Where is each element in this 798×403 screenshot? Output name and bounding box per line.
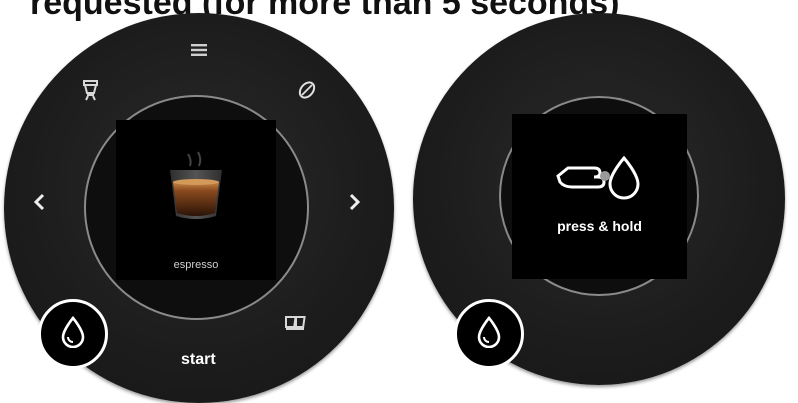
page-heading: requested (for more than 5 seconds) [30, 0, 620, 22]
display-ring: espresso [84, 95, 309, 320]
display-ring: press & hold [499, 96, 699, 296]
drink-label: espresso [173, 259, 219, 271]
coffee-dial-press-hold: press & hold [413, 13, 785, 385]
press-hold-label: press & hold [557, 218, 642, 234]
chevron-right-icon[interactable] [344, 187, 366, 217]
two-cups-icon[interactable] [281, 311, 311, 335]
coffee-dial-main: espresso start [4, 13, 394, 403]
finger-press-drop-icon [554, 154, 644, 204]
start-button[interactable]: start [181, 351, 216, 369]
water-drop-icon [476, 315, 502, 353]
chevron-left-icon[interactable] [28, 187, 50, 217]
espresso-cup-image [164, 150, 228, 230]
water-drop-button[interactable] [38, 299, 108, 369]
water-drop-button[interactable] [454, 299, 524, 369]
coffee-grinder-icon[interactable] [78, 77, 104, 103]
water-drop-icon [60, 315, 86, 353]
display-screen: espresso [116, 120, 276, 280]
display-screen: press & hold [512, 114, 687, 279]
leaf-icon[interactable] [294, 77, 320, 103]
menu-icon[interactable] [188, 39, 210, 61]
